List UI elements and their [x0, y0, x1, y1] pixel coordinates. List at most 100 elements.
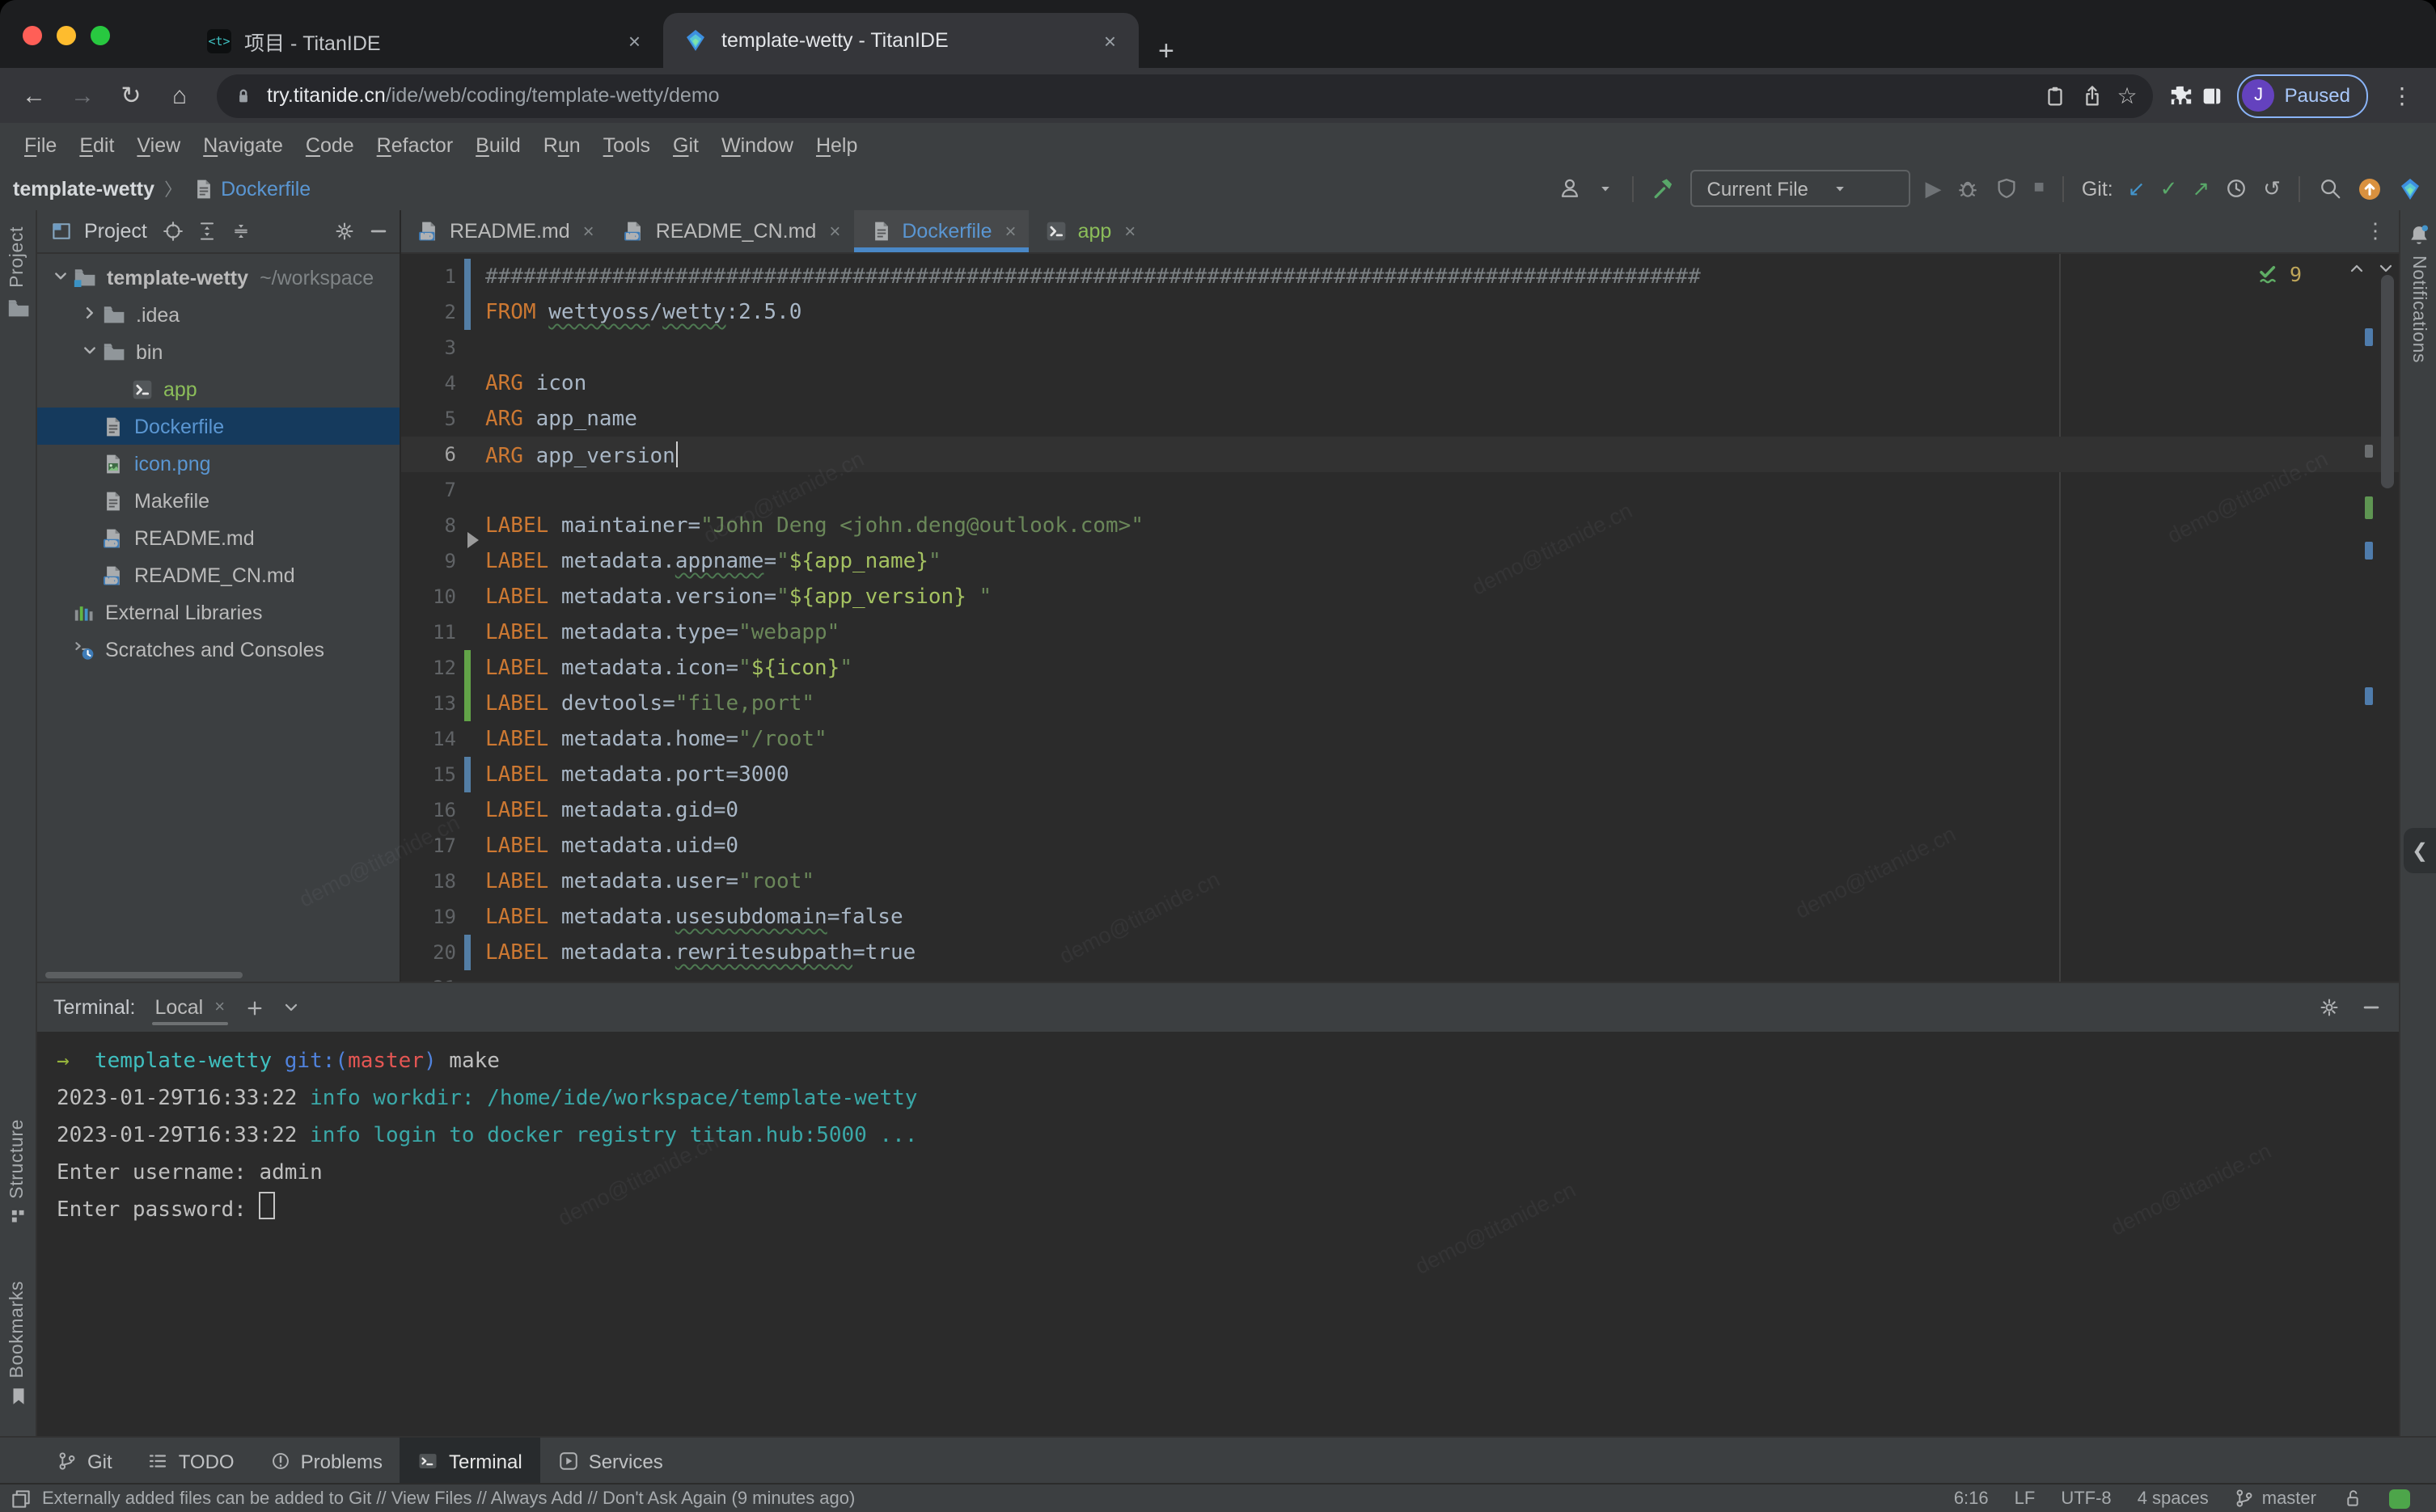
tree-item-makefile[interactable]: Makefile	[37, 482, 400, 519]
minimize-panel-icon[interactable]	[2360, 996, 2383, 1019]
menu-item-view[interactable]: View	[125, 129, 192, 161]
chevron-down-icon[interactable]	[47, 264, 73, 290]
stripe-tab-project[interactable]: Project	[0, 226, 36, 320]
terminal-settings-gear-icon[interactable]	[2318, 996, 2341, 1019]
scrollbar-thumb[interactable]	[2381, 275, 2394, 488]
code-line[interactable]: 5ARG app_name	[401, 401, 2399, 437]
editor-tab-readme-cn-md[interactable]: MDREADME_CN.md×	[607, 210, 854, 252]
gear-icon[interactable]	[333, 220, 356, 243]
tree-item-readme-cn-md[interactable]: MDREADME_CN.md	[37, 556, 400, 593]
bookmark-star-icon[interactable]: ☆	[2117, 82, 2137, 109]
menu-item-build[interactable]: Build	[464, 129, 532, 161]
code-line[interactable]: 9LABEL metadata.appname="${app_name}"	[401, 543, 2399, 579]
update-available-icon[interactable]	[2357, 175, 2383, 201]
menu-item-window[interactable]: Window	[710, 129, 805, 161]
menu-item-tools[interactable]: Tools	[592, 129, 662, 161]
chevron-down-icon[interactable]	[76, 339, 102, 365]
tree-item-icon-png[interactable]: icon.png	[37, 445, 400, 482]
stripe-mark[interactable]	[2365, 687, 2373, 705]
code-line[interactable]: 8LABEL maintainer="John Deng <john.deng@…	[401, 508, 2399, 543]
share-icon[interactable]	[2079, 83, 2104, 108]
close-tab-icon[interactable]: ×	[1097, 28, 1123, 53]
stripe-mark[interactable]	[2365, 542, 2373, 560]
debug-bug-icon[interactable]	[1956, 176, 1981, 201]
code-line[interactable]: 10LABEL metadata.version="${app_version}…	[401, 579, 2399, 615]
tree-item-template-wetty[interactable]: template-wetty~/workspace	[37, 259, 400, 296]
select-opened-file-icon[interactable]	[162, 220, 184, 243]
menu-item-code[interactable]: Code	[294, 129, 366, 161]
stripe-tab-notifications[interactable]: Notifications	[2400, 223, 2436, 363]
caret-position[interactable]: 6:16	[1954, 1489, 1989, 1508]
expand-all-icon[interactable]	[196, 220, 218, 243]
tool-button-terminal[interactable]: Terminal	[400, 1438, 540, 1485]
new-tab-button[interactable]: +	[1139, 36, 1194, 68]
code-line[interactable]: 18LABEL metadata.user="root"	[401, 864, 2399, 899]
run-config-dropdown[interactable]: Current File	[1691, 170, 1911, 207]
editor-tab-dockerfile[interactable]: Dockerfile×	[853, 210, 1029, 252]
stripe-tab-structure[interactable]: Structure	[0, 1119, 36, 1228]
url-text[interactable]: try.titanide.cn/ide/web/coding/template-…	[267, 81, 2029, 110]
collapse-panel-button[interactable]: ❮	[2404, 828, 2436, 873]
tree-item--idea[interactable]: .idea	[37, 296, 400, 333]
rollback-icon[interactable]: ↺	[2263, 178, 2281, 199]
code-line[interactable]: 6ARG app_version	[401, 437, 2399, 472]
code-line[interactable]: 4ARG icon	[401, 365, 2399, 401]
code-line[interactable]: 7	[401, 472, 2399, 508]
tree-item-bin[interactable]: bin	[37, 333, 400, 370]
menu-item-help[interactable]: Help	[805, 129, 869, 161]
menu-item-run[interactable]: Run	[532, 129, 592, 161]
editor-scrollbar[interactable]	[2357, 254, 2399, 982]
code-line[interactable]: 16LABEL metadata.gid=0	[401, 792, 2399, 828]
breadcrumb-project[interactable]: template-wetty	[13, 177, 154, 200]
terminal-tab-local[interactable]: Local×	[151, 986, 228, 1028]
collapse-all-icon[interactable]	[230, 220, 252, 243]
clipboard-icon[interactable]	[2042, 83, 2066, 108]
side-panel-icon[interactable]	[2201, 83, 2225, 108]
reload-button[interactable]: ↻	[110, 81, 152, 110]
chevron-right-icon[interactable]	[76, 302, 102, 327]
tool-button-services[interactable]: Services	[540, 1438, 681, 1485]
line-separator[interactable]: LF	[2015, 1489, 2036, 1508]
tree-item-readme-md[interactable]: MDREADME.md	[37, 519, 400, 556]
file-encoding[interactable]: UTF-8	[2061, 1489, 2111, 1508]
code-line[interactable]: 3	[401, 330, 2399, 365]
browser-tab[interactable]: <t>项目 - TitanIDE×	[188, 13, 663, 68]
hide-panel-icon[interactable]	[367, 220, 390, 243]
tree-item-external-libraries[interactable]: External Libraries	[37, 593, 400, 631]
tree-item-dockerfile[interactable]: Dockerfile	[37, 408, 400, 445]
run-icon[interactable]: ▶	[1926, 178, 1942, 199]
breadcrumb-file[interactable]: Dockerfile	[192, 177, 311, 200]
editor-tab-app[interactable]: app×	[1030, 210, 1149, 252]
writable-lock-icon[interactable]	[2342, 1488, 2363, 1509]
code-line[interactable]: 14LABEL metadata.home="/root"	[401, 721, 2399, 757]
git-push-icon[interactable]: ↗	[2192, 178, 2210, 199]
stripe-mark[interactable]	[2365, 496, 2373, 519]
terminal-output[interactable]: → template-wetty git:(master) make2023-0…	[37, 1032, 2399, 1438]
maximize-window-button[interactable]	[91, 26, 110, 45]
extensions-puzzle-icon[interactable]	[2170, 83, 2194, 108]
chevron-down-icon[interactable]	[281, 998, 301, 1017]
status-message[interactable]: Externally added files can be added to G…	[42, 1489, 1954, 1508]
stop-icon[interactable]: ■	[2034, 179, 2045, 197]
git-update-icon[interactable]: ↙	[2128, 178, 2146, 199]
titanide-logo-icon[interactable]	[2397, 175, 2423, 201]
address-bar[interactable]: try.titanide.cn/ide/web/coding/template-…	[217, 74, 2154, 117]
tool-button-problems[interactable]: Problems	[252, 1438, 400, 1485]
stripe-mark[interactable]	[2365, 328, 2373, 346]
code-line[interactable]: 13LABEL devtools="file,port"	[401, 686, 2399, 721]
code-line[interactable]: 15LABEL metadata.port=3000	[401, 757, 2399, 792]
inspections-widget[interactable]: 9	[2257, 262, 2302, 286]
menu-item-file[interactable]: File	[13, 129, 68, 161]
tree-item-app[interactable]: app	[37, 370, 400, 408]
menu-item-refactor[interactable]: Refactor	[366, 129, 465, 161]
close-tab-icon[interactable]: ×	[829, 220, 840, 243]
code-line[interactable]: 1#######################################…	[401, 259, 2399, 294]
editor-tab-readme-md[interactable]: MDREADME.md×	[401, 210, 607, 252]
run-with-coverage-icon[interactable]	[1995, 176, 2019, 201]
code-with-me-icon[interactable]	[1558, 176, 1583, 201]
gutter-marker-icon[interactable]	[467, 532, 479, 548]
previous-problem-icon[interactable]	[2347, 259, 2366, 278]
close-tab-icon[interactable]: ×	[1124, 220, 1136, 243]
chevron-down-icon[interactable]	[1597, 179, 1615, 197]
git-commit-icon[interactable]: ✓	[2160, 178, 2178, 199]
